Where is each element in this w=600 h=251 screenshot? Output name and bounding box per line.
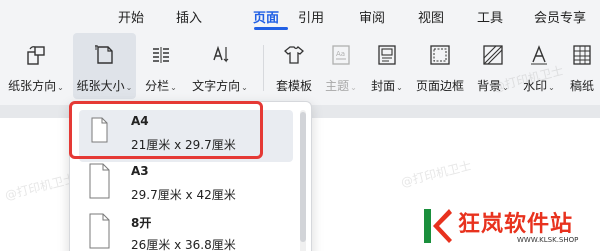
- template-button[interactable]: 套模板: [270, 33, 318, 99]
- theme-icon: Aa: [330, 44, 352, 66]
- paper-size-button[interactable]: 纸张大小⌄: [73, 33, 136, 99]
- ribbon-separator: [263, 45, 264, 91]
- chevron-down-icon: ⌄: [350, 83, 357, 92]
- manuscript-button[interactable]: 稿纸: [564, 33, 600, 99]
- template-label: 套模板: [275, 79, 312, 93]
- page-border-icon: [429, 44, 451, 66]
- text-direction-label: 文字方向: [192, 79, 241, 93]
- tab-insert[interactable]: 插入: [176, 7, 202, 26]
- columns-icon: [150, 44, 172, 66]
- theme-button[interactable]: Aa 主题⌄: [320, 33, 362, 99]
- tab-view[interactable]: 视图: [418, 7, 444, 26]
- paper-size-dimensions: 29.7厘米 x 42厘米: [131, 188, 236, 202]
- theme-label: 主题: [325, 79, 350, 93]
- cover-icon: [376, 44, 398, 66]
- page-border-label: 页面边框: [415, 79, 464, 93]
- annotation-highlight-box: [69, 101, 263, 159]
- chevron-down-icon: ⌄: [548, 83, 555, 92]
- paper-size-dimensions: 26厘米 x 36.8厘米: [131, 238, 236, 251]
- paper-size-name: A3: [131, 164, 149, 178]
- cover-label: 封面: [371, 79, 396, 93]
- text-direction-icon: [209, 44, 231, 66]
- columns-button[interactable]: 分栏⌄: [139, 33, 183, 99]
- tab-page[interactable]: 页面: [253, 7, 279, 26]
- background-icon: [482, 44, 504, 66]
- cover-button[interactable]: 封面⌄: [364, 33, 410, 99]
- paper-direction-icon: [25, 44, 47, 66]
- paper-direction-button[interactable]: 纸张方向⌄: [0, 33, 72, 99]
- text-direction-button[interactable]: 文字方向⌄: [186, 33, 254, 99]
- chevron-down-icon: ⌄: [396, 83, 403, 92]
- page-icon: [79, 210, 119, 250]
- tab-tools[interactable]: 工具: [477, 7, 503, 26]
- logo-brand-text: 狂岚软件站: [458, 212, 574, 237]
- paper-size-name: 8开: [131, 216, 152, 230]
- paper-size-option-a3[interactable]: A3 29.7厘米 x 42厘米: [79, 160, 293, 212]
- chevron-down-icon: ⌄: [241, 83, 248, 92]
- tab-start[interactable]: 开始: [118, 7, 144, 26]
- logo-url-text: WWW.KLSK.SHOP: [517, 236, 579, 244]
- paper-size-label: 纸张大小: [76, 79, 125, 93]
- page-ribbon: 纸张方向⌄ 纸张大小⌄ 分栏⌄ 文字方向⌄ 套模板 Aa 主题⌄ 封面⌄ 页面边…: [0, 33, 600, 105]
- active-tab-indicator: [254, 27, 288, 30]
- chevron-down-icon: ⌄: [170, 83, 177, 92]
- tab-review[interactable]: 审阅: [359, 7, 385, 26]
- site-logo: 狂岚软件站 WWW.KLSK.SHOP: [415, 197, 600, 251]
- svg-text:Aa: Aa: [336, 50, 345, 58]
- paper-size-option-8k[interactable]: 8开 26厘米 x 36.8厘米: [79, 210, 293, 251]
- chevron-down-icon: ⌄: [57, 83, 64, 92]
- page-icon: [79, 160, 119, 200]
- paper-direction-label: 纸张方向: [8, 79, 57, 93]
- logo-mark-icon: [423, 207, 453, 245]
- columns-label: 分栏: [145, 79, 170, 93]
- paper-size-icon: [94, 44, 116, 66]
- manuscript-label: 稿纸: [569, 79, 594, 93]
- menu-tab-bar: 开始 插入 页面 引用 审阅 视图 工具 会员专享: [0, 0, 600, 33]
- tab-member[interactable]: 会员专享: [534, 7, 586, 26]
- manuscript-icon: [571, 44, 593, 66]
- shirt-icon: [283, 44, 305, 66]
- tab-references[interactable]: 引用: [298, 7, 324, 26]
- chevron-down-icon: ⌄: [125, 83, 133, 92]
- page-border-button[interactable]: 页面边框: [412, 33, 468, 99]
- watermark-icon: [528, 44, 550, 66]
- dropdown-scrollbar-thumb[interactable]: [300, 112, 306, 242]
